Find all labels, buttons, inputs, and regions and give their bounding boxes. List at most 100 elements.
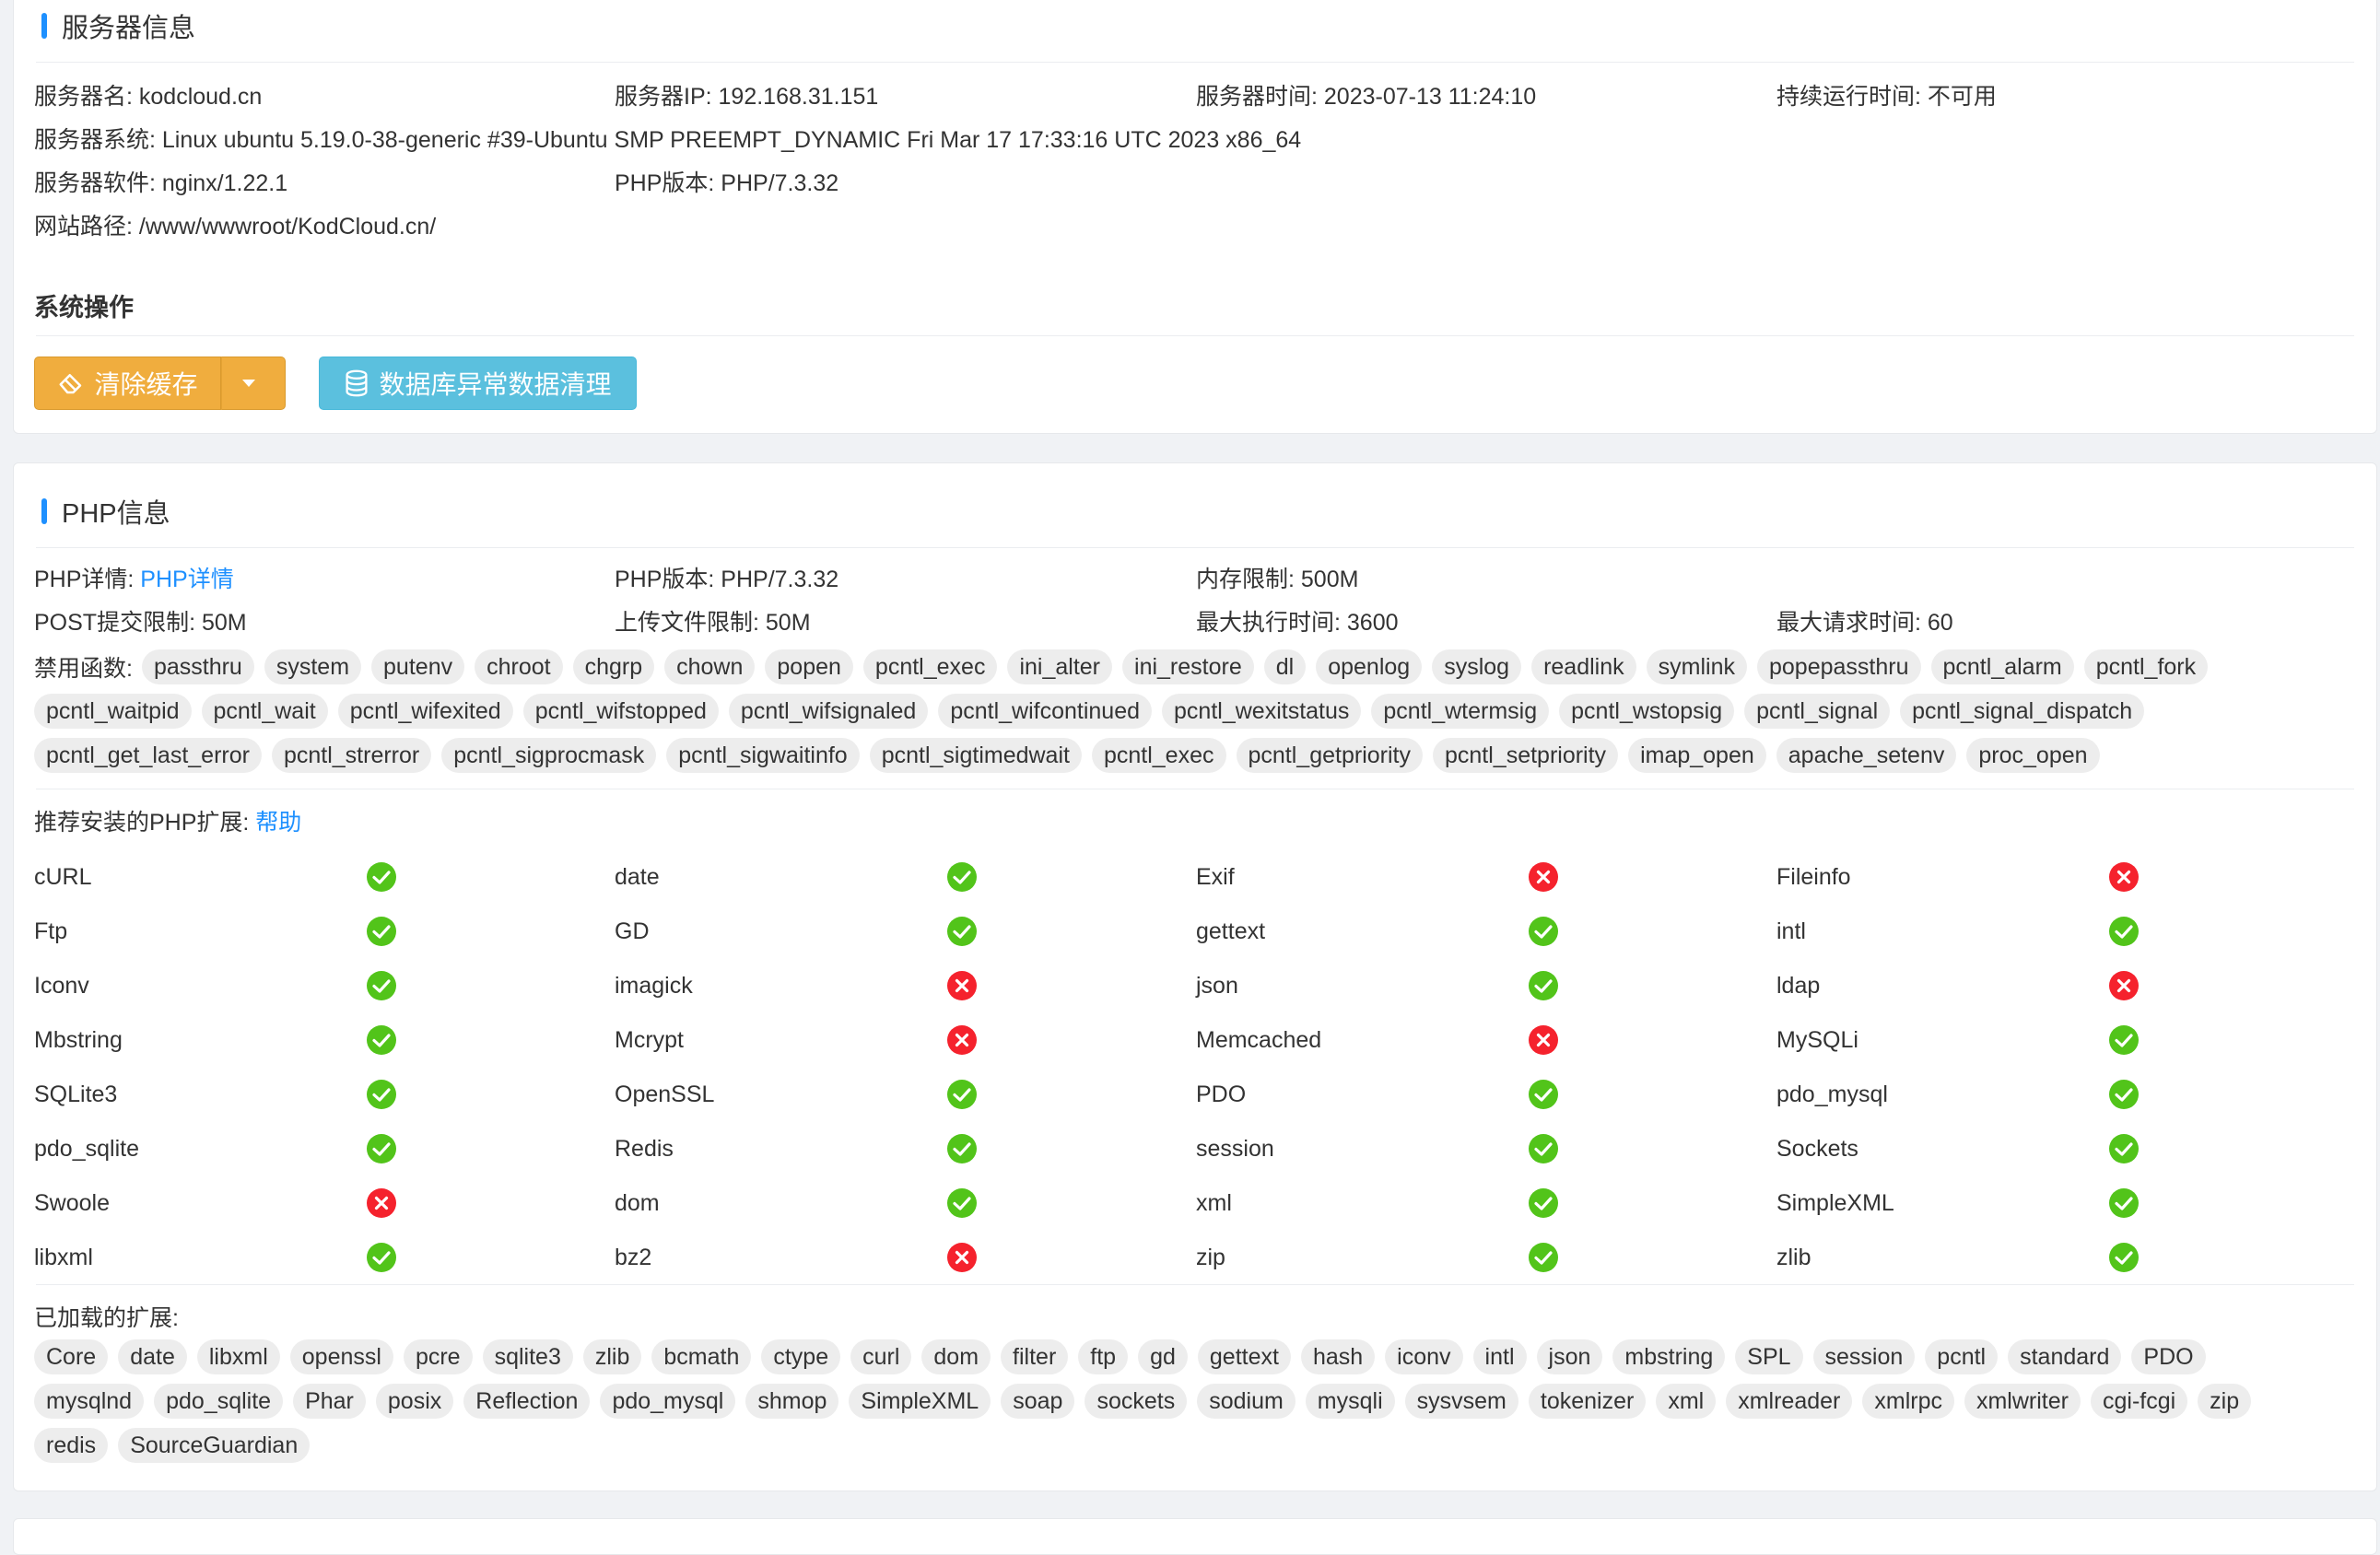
server-info-panel: 服务器信息 服务器名: kodcloud.cn 服务器IP: 192.168.3… bbox=[13, 0, 2377, 434]
extension-name: GD bbox=[615, 918, 650, 944]
extension-status bbox=[1528, 1187, 1559, 1219]
server-software-row: 服务器软件: nginx/1.22.1 PHP版本: PHP/7.3.32 bbox=[34, 166, 2354, 201]
post-limit: POST提交限制: 50M bbox=[34, 610, 247, 636]
check-circle-icon bbox=[367, 1134, 396, 1163]
divider bbox=[36, 1284, 2354, 1285]
check-circle-icon bbox=[1529, 917, 1558, 946]
loaded-extensions-line-2: mysqlnd pdo_sqlite Phar posix Reflection pdo_… bbox=[34, 1381, 2358, 1421]
loaded-extension-tag: xml bbox=[1656, 1384, 1717, 1419]
extension-status bbox=[1528, 1242, 1559, 1273]
extension-name: Swoole bbox=[34, 1190, 110, 1216]
extension-name: libxml bbox=[34, 1245, 93, 1270]
web-path: 网站路径: /www/wwwroot/KodCloud.cn/ bbox=[34, 214, 437, 240]
check-circle-icon bbox=[1529, 1134, 1558, 1163]
database-icon bbox=[346, 369, 369, 397]
extension-status bbox=[366, 970, 397, 1001]
disabled-function-tag: pcntl_exec bbox=[862, 649, 998, 684]
close-circle-icon bbox=[1529, 862, 1558, 892]
disabled-function-tag: chown bbox=[664, 649, 756, 684]
extension-status bbox=[2108, 1024, 2140, 1056]
loaded-extension-tag: zlib bbox=[582, 1339, 642, 1374]
php-info-title-text: PHP信息 bbox=[62, 499, 170, 529]
extension-name: Memcached bbox=[1196, 1027, 1322, 1053]
db-clean-button[interactable]: 数据库异常数据清理 bbox=[319, 357, 637, 410]
extension-status bbox=[366, 1187, 397, 1219]
memory-limit: 内存限制: 500M bbox=[1196, 567, 1359, 592]
check-circle-icon bbox=[2109, 1243, 2139, 1272]
loaded-extension-tag: filter bbox=[1001, 1339, 1069, 1374]
divider bbox=[36, 547, 2354, 548]
disabled-function-tag: pcntl_signal_dispatch bbox=[1900, 694, 2145, 729]
extension-name: intl bbox=[1776, 918, 1806, 944]
server-name: 服务器名: kodcloud.cn bbox=[34, 84, 263, 110]
extension-status bbox=[2108, 1187, 2140, 1219]
help-link[interactable]: 帮助 bbox=[255, 810, 301, 836]
disabled-function-tag: pcntl_waitpid bbox=[34, 694, 192, 729]
loaded-extension-tag: SPL bbox=[1735, 1339, 1803, 1374]
loaded-extension-tag: SimpleXML bbox=[849, 1384, 991, 1419]
check-circle-icon bbox=[947, 1188, 977, 1218]
server-uptime: 持续运行时间: 不可用 bbox=[1776, 84, 1997, 110]
check-circle-icon bbox=[367, 917, 396, 946]
extension-status bbox=[366, 1079, 397, 1110]
extension-status bbox=[2108, 861, 2140, 893]
loaded-extensions-list: redis SourceGuardian bbox=[34, 1428, 320, 1463]
disabled-function-tag: openlog bbox=[1316, 649, 1423, 684]
loaded-extension-tag: intl bbox=[1472, 1339, 1527, 1374]
extension-status bbox=[2108, 970, 2140, 1001]
next-panel bbox=[13, 1518, 2377, 1555]
check-circle-icon bbox=[1529, 1080, 1558, 1109]
close-circle-icon bbox=[2109, 971, 2139, 1000]
close-circle-icon bbox=[1529, 1025, 1558, 1055]
extension-name: gettext bbox=[1196, 918, 1266, 944]
extension-name: PDO bbox=[1196, 1081, 1247, 1107]
clear-cache-dropdown-toggle[interactable] bbox=[221, 357, 286, 410]
disabled-function-tag: pcntl_wifsignaled bbox=[728, 694, 929, 729]
server-info-title: 服务器信息 bbox=[41, 7, 195, 44]
disabled-function-tag: passthru bbox=[141, 649, 254, 684]
extension-status bbox=[366, 1024, 397, 1056]
server-info-row: 服务器名: kodcloud.cn 服务器IP: 192.168.31.151 … bbox=[34, 79, 2354, 114]
loaded-extension-tag: xmlreader bbox=[1726, 1384, 1853, 1419]
extension-status bbox=[2108, 1242, 2140, 1273]
divider bbox=[36, 335, 2354, 336]
disabled-function-tag: pcntl_sigwaitinfo bbox=[666, 738, 860, 773]
loaded-extensions-list: Core date libxml openssl pcre sqlite3 zlib bcma… bbox=[34, 1339, 2216, 1374]
title-accent-bar bbox=[41, 498, 47, 524]
disabled-function-tag: pcntl_wifcontinued bbox=[938, 694, 1153, 729]
disabled-function-tag: pcntl_wait bbox=[201, 694, 328, 729]
loaded-extension-tag: standard bbox=[2008, 1339, 2122, 1374]
php-detail-link[interactable]: PHP详情 bbox=[140, 567, 233, 592]
php-detail-label: PHP详情: bbox=[34, 567, 141, 592]
extension-name: Fileinfo bbox=[1776, 864, 1851, 890]
extension-status bbox=[946, 1133, 978, 1164]
clear-cache-label: 清除缓存 bbox=[94, 370, 198, 399]
extension-status bbox=[946, 970, 978, 1001]
upload-limit: 上传文件限制: 50M bbox=[615, 610, 811, 636]
extension-status bbox=[366, 1133, 397, 1164]
extension-name: pdo_mysql bbox=[1776, 1081, 1888, 1107]
php-info-panel: PHP信息 PHP详情: PHP详情 PHP版本: PHP/7.3.32 内存限… bbox=[13, 462, 2377, 1491]
loaded-extension-tag: mysqlnd bbox=[34, 1384, 145, 1419]
extension-name: Iconv bbox=[34, 973, 89, 999]
loaded-extensions-line-1: Core date libxml openssl pcre sqlite3 zlib bcma… bbox=[34, 1337, 2358, 1377]
disabled-functions-list: pcntl_get_last_error pcntl_strerror pcntl_… bbox=[34, 738, 2110, 773]
extension-status bbox=[1528, 1024, 1559, 1056]
check-circle-icon bbox=[367, 1025, 396, 1055]
disabled-function-tag: pcntl_sigtimedwait bbox=[869, 738, 1082, 773]
loaded-extension-tag: session bbox=[1812, 1339, 1916, 1374]
php-detail: PHP详情: PHP详情 bbox=[34, 562, 234, 597]
check-circle-icon bbox=[1529, 1188, 1558, 1218]
extension-row: Iconv imagick json ldap bbox=[34, 963, 2354, 1009]
extension-name: ldap bbox=[1776, 973, 1821, 999]
check-circle-icon bbox=[1529, 971, 1558, 1000]
disabled-function-tag: system bbox=[264, 649, 362, 684]
extension-name: Mbstring bbox=[34, 1027, 123, 1053]
extension-name: OpenSSL bbox=[615, 1081, 715, 1107]
loaded-extension-tag: xmlwriter bbox=[1964, 1384, 2081, 1419]
clear-cache-button[interactable]: 清除缓存 bbox=[34, 357, 221, 410]
close-circle-icon bbox=[947, 1025, 977, 1055]
extension-status bbox=[366, 1242, 397, 1273]
extension-status bbox=[946, 1024, 978, 1056]
loaded-extension-tag: PDO bbox=[2131, 1339, 2206, 1374]
